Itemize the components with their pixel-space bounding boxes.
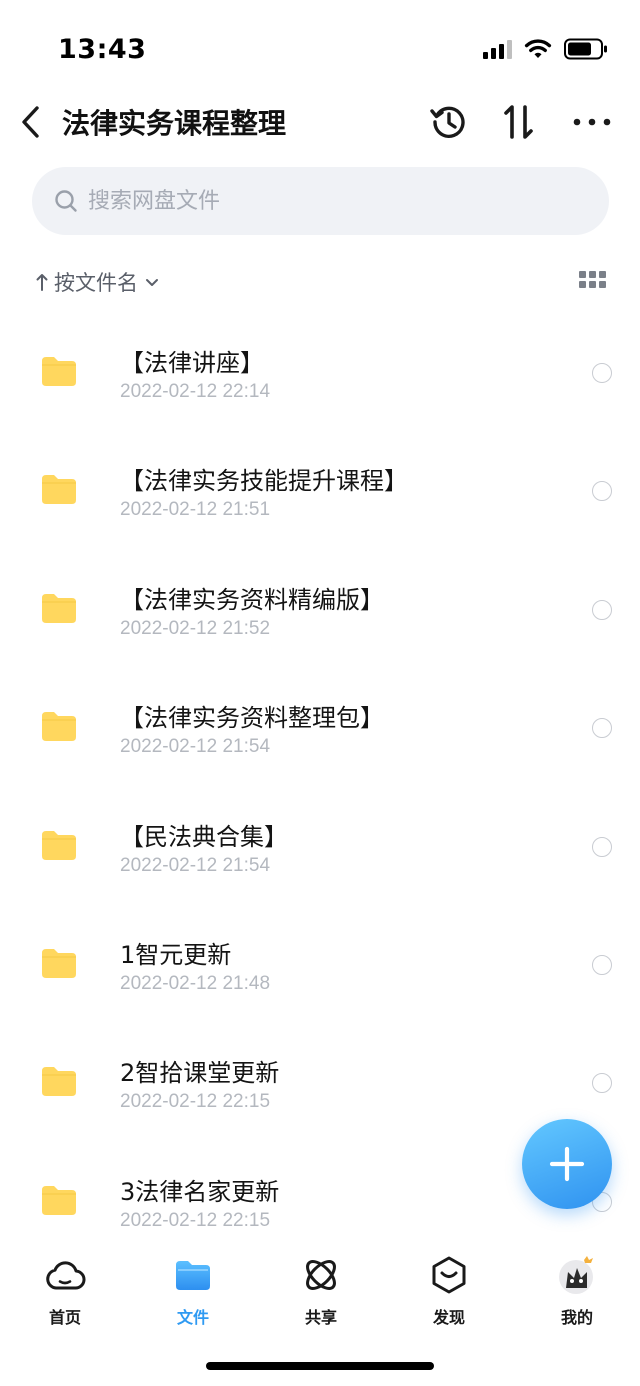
status-icons	[483, 38, 608, 60]
file-row[interactable]: 【民法典合集】 2022-02-12 21:54	[0, 789, 640, 907]
back-button[interactable]	[12, 98, 48, 146]
page-title: 法律实务课程整理	[62, 107, 287, 140]
file-row[interactable]: 【法律实务资料精编版】 2022-02-12 21:52	[0, 552, 640, 670]
signal-icon	[483, 39, 512, 59]
select-checkbox[interactable]	[592, 954, 612, 975]
select-checkbox[interactable]	[592, 481, 612, 502]
file-date: 2022-02-12 22:15	[120, 1091, 271, 1113]
cloud-icon	[46, 1261, 86, 1290]
select-checkbox[interactable]	[592, 1073, 612, 1094]
home-indicator	[206, 1362, 434, 1370]
status-time: 13:43	[58, 34, 147, 65]
plus-icon	[549, 1146, 585, 1182]
file-date: 2022-02-12 22:15	[120, 1209, 271, 1231]
folder-icon	[42, 593, 76, 623]
wifi-icon	[524, 39, 552, 58]
folder-icon	[42, 830, 76, 860]
history-icon	[430, 106, 465, 138]
share-orbit-icon	[306, 1260, 336, 1290]
folder-icon	[42, 1185, 76, 1215]
grid-view-button[interactable]	[579, 271, 607, 293]
nav-label: 文件	[176, 1308, 209, 1327]
more-dots-icon	[573, 118, 611, 126]
search-bar[interactable]	[32, 167, 609, 235]
file-name: 2智拾课堂更新	[120, 1059, 280, 1088]
nav-label: 共享	[304, 1308, 337, 1327]
file-name: 【民法典合集】	[120, 822, 288, 851]
bottom-nav: 首页 文件 共享 发现 我的	[0, 1238, 640, 1386]
file-date: 2022-02-12 21:52	[120, 617, 271, 639]
nav-label: 发现	[432, 1308, 465, 1327]
folder-icon	[42, 475, 76, 505]
nav-home[interactable]: 首页	[20, 1254, 110, 1334]
folder-icon	[42, 712, 76, 742]
chevron-down-icon	[146, 279, 158, 286]
file-date: 2022-02-12 21:54	[120, 854, 271, 876]
status-bar: 13:43	[0, 0, 640, 100]
file-row[interactable]: 【法律讲座】 2022-02-12 22:14	[0, 315, 640, 433]
sort-order-button[interactable]	[497, 100, 541, 144]
file-name: 【法律实务资料精编版】	[120, 585, 384, 614]
add-button[interactable]	[522, 1119, 612, 1209]
nav-profile[interactable]: 我的	[532, 1254, 622, 1334]
file-list: 【法律讲座】 2022-02-12 22:14 【法律实务技能提升课程】 202…	[0, 315, 640, 1262]
select-checkbox[interactable]	[592, 363, 612, 383]
select-checkbox[interactable]	[592, 599, 612, 620]
nav-label: 我的	[560, 1308, 593, 1327]
discover-icon	[432, 1256, 466, 1294]
search-icon	[55, 190, 77, 212]
folder-icon	[176, 1261, 210, 1290]
file-row[interactable]: 【法律实务资料整理包】 2022-02-12 21:54	[0, 670, 640, 788]
file-name: 【法律实务资料整理包】	[120, 704, 384, 733]
file-name: 【法律讲座】	[120, 349, 264, 377]
battery-icon	[564, 38, 607, 60]
nav-discover[interactable]: 发现	[404, 1254, 494, 1334]
search-input[interactable]	[88, 188, 548, 214]
header: 法律实务课程整理	[0, 92, 640, 152]
folder-icon	[42, 948, 76, 978]
file-date: 2022-02-12 22:14	[120, 381, 271, 402]
file-row[interactable]: 1智元更新 2022-02-12 21:48	[0, 907, 640, 1025]
file-date: 2022-02-12 21:54	[120, 736, 271, 758]
file-name: 1智元更新	[120, 940, 232, 969]
file-name: 3法律名家更新	[120, 1177, 280, 1206]
sort-selector[interactable]: 按文件名	[36, 264, 160, 300]
select-checkbox[interactable]	[592, 718, 612, 739]
avatar	[559, 1256, 593, 1294]
file-date: 2022-02-12 21:48	[120, 972, 271, 994]
sort-arrows-icon	[504, 105, 533, 139]
folder-icon	[42, 1067, 76, 1097]
nav-files[interactable]: 文件	[148, 1254, 238, 1334]
file-date: 2022-02-12 21:51	[120, 499, 271, 521]
sort-label: 按文件名	[54, 271, 138, 295]
nav-label: 首页	[48, 1308, 81, 1327]
more-button[interactable]	[570, 100, 614, 144]
nav-share[interactable]: 共享	[276, 1254, 366, 1334]
folder-icon	[42, 357, 76, 386]
select-checkbox[interactable]	[592, 836, 612, 857]
history-button[interactable]	[427, 100, 471, 144]
file-name: 【法律实务技能提升课程】	[120, 467, 408, 496]
grid-view-icon	[579, 271, 586, 278]
file-row[interactable]: 【法律实务技能提升课程】 2022-02-12 21:51	[0, 433, 640, 551]
chevron-left-icon	[22, 106, 39, 138]
arrow-up-icon	[36, 274, 48, 291]
